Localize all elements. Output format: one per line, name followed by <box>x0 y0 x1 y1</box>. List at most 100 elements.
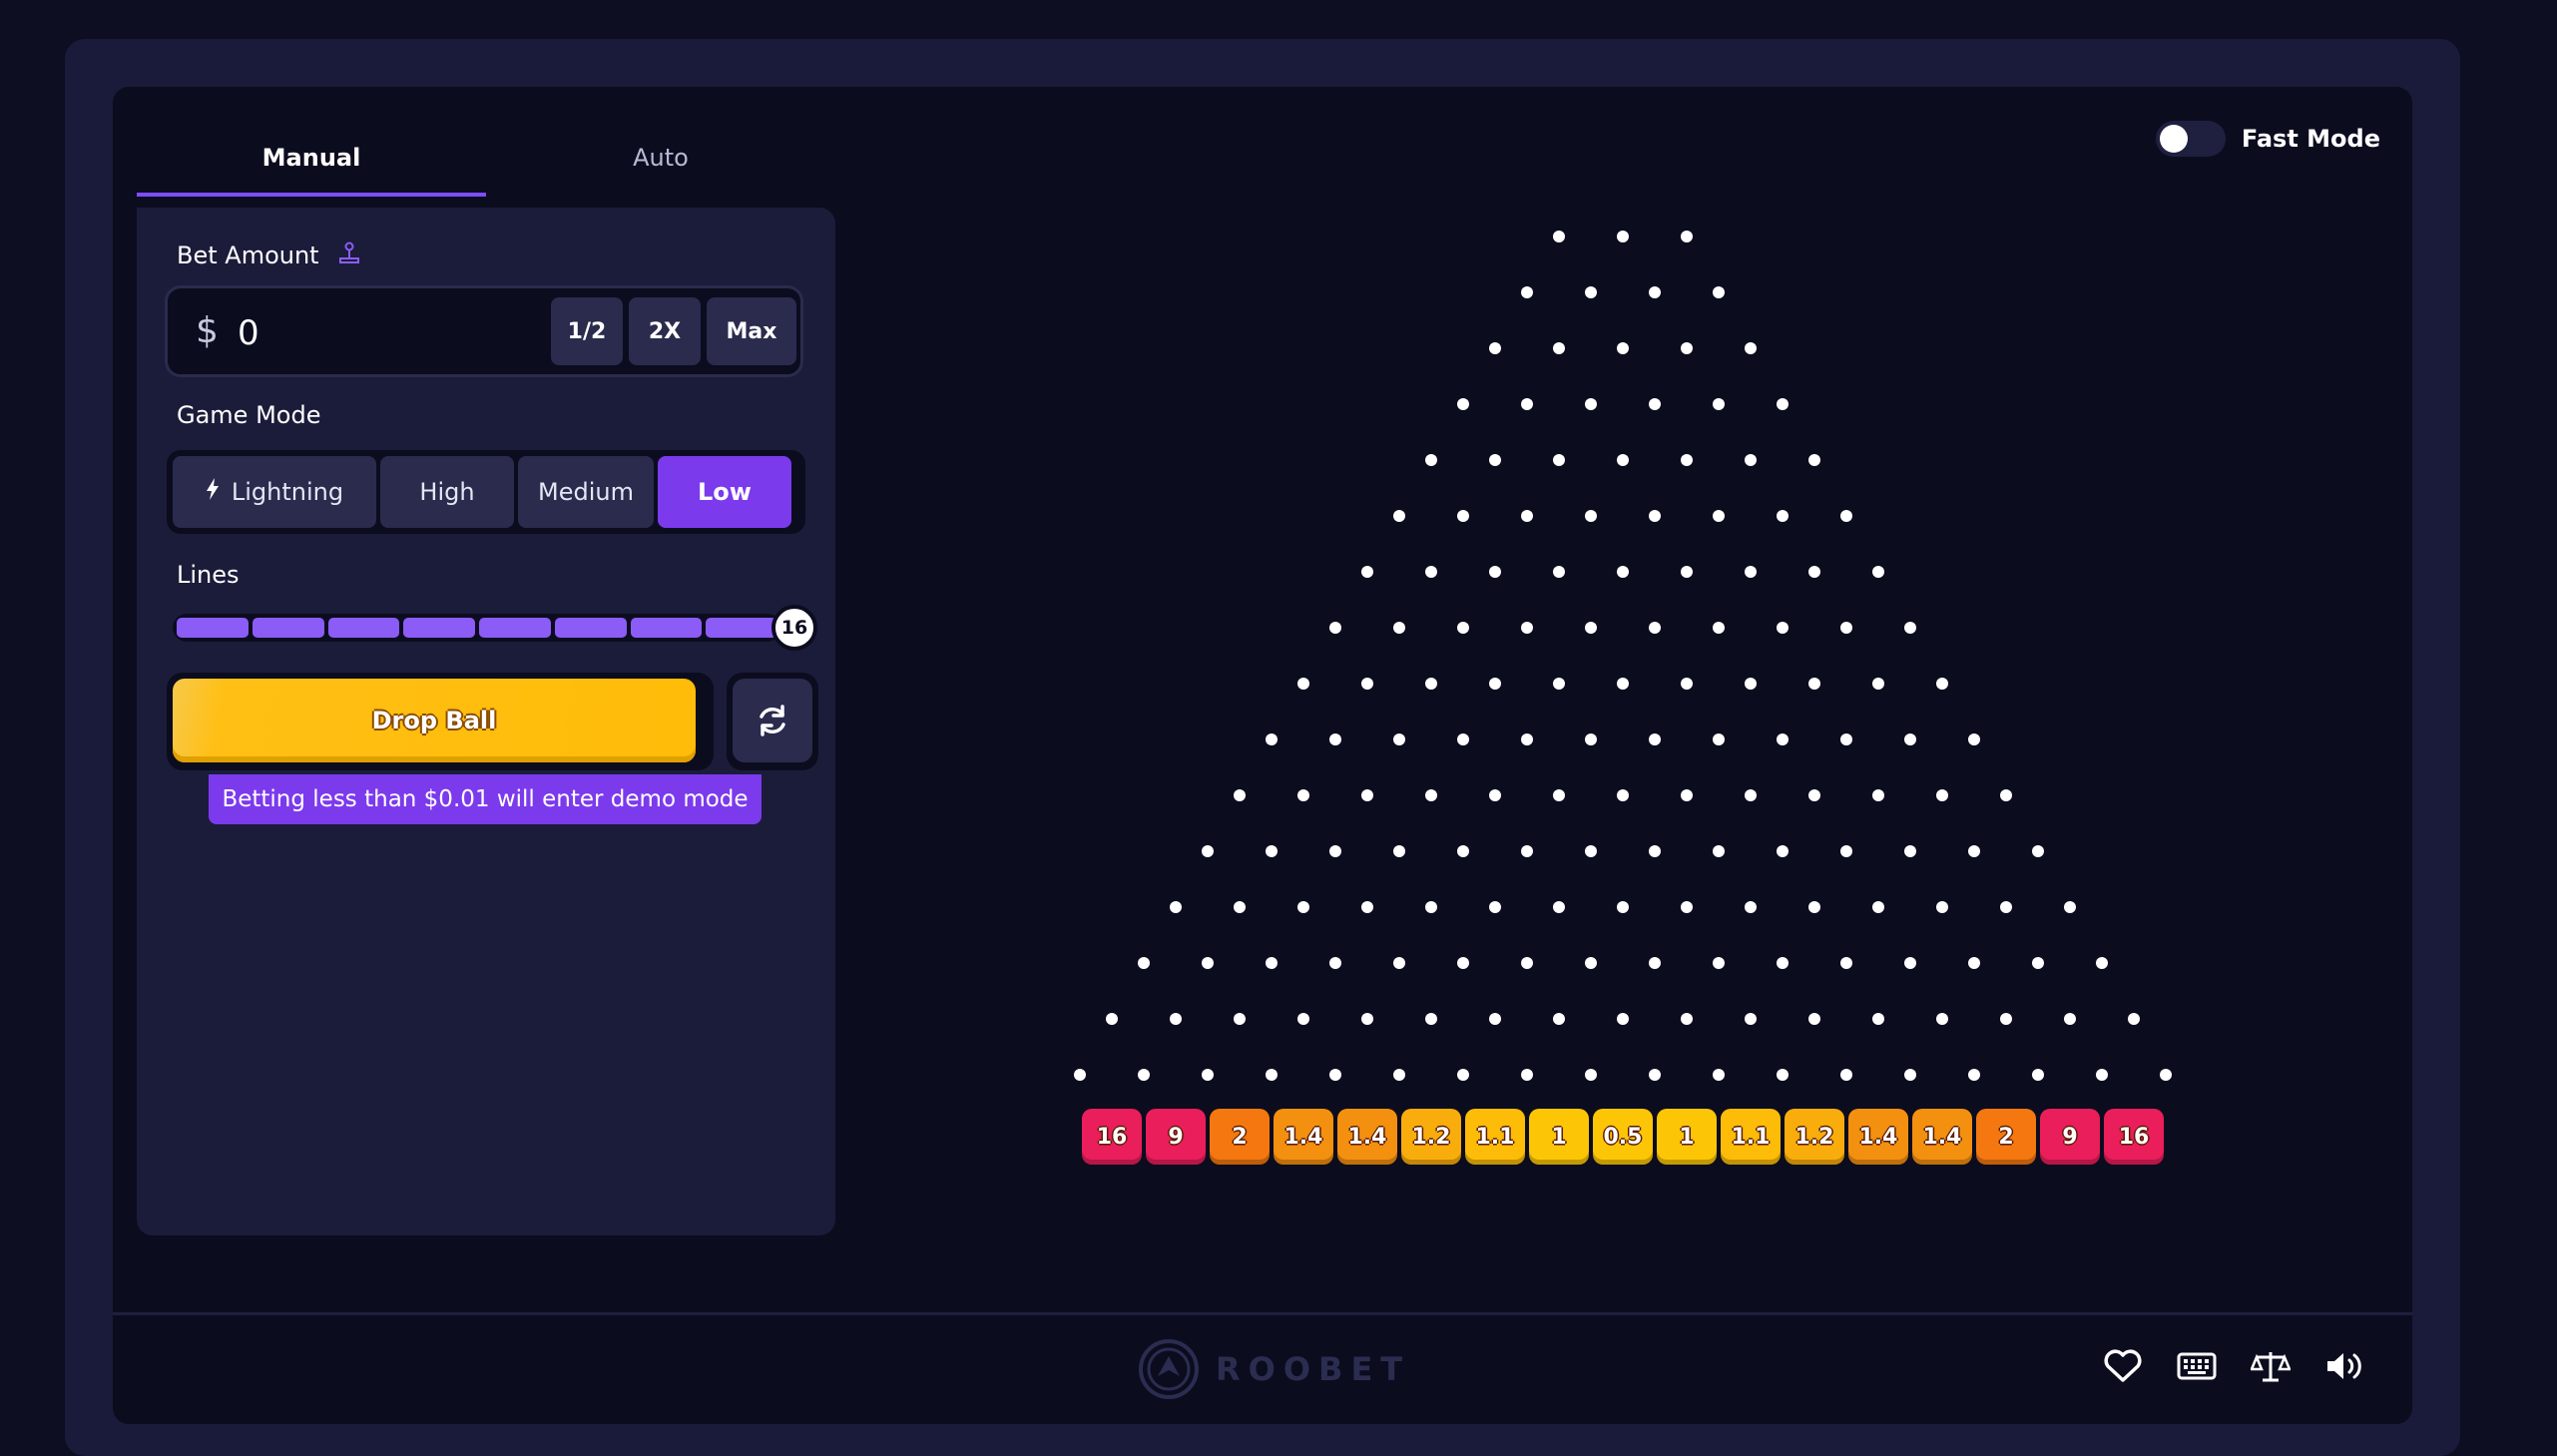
peg <box>1585 845 1597 857</box>
peg <box>1138 957 1150 969</box>
peg <box>1489 342 1501 354</box>
peg <box>1617 1013 1629 1025</box>
peg <box>1872 1013 1884 1025</box>
peg <box>1936 1013 1948 1025</box>
plinko-board: 16 9 2 1.4 1.4 1.2 1.1 1 0.5 1 1.1 1.2 1.4 1.4 2 9 16 <box>113 87 2412 1284</box>
peg <box>1713 622 1725 634</box>
peg <box>1713 733 1725 745</box>
peg <box>1266 845 1278 857</box>
peg <box>1553 231 1565 243</box>
peg <box>1840 510 1852 522</box>
peg <box>1968 1069 1980 1081</box>
peg <box>1361 1013 1373 1025</box>
peg <box>1840 622 1852 634</box>
peg <box>1393 845 1405 857</box>
multiplier-bucket: 1.4 <box>1848 1109 1908 1165</box>
peg <box>1202 845 1214 857</box>
peg <box>1968 957 1980 969</box>
peg <box>1649 1069 1661 1081</box>
plinko-game: Manual Auto Bet Amount $ 1/2 2X Max Game… <box>113 87 2412 1424</box>
peg <box>1904 733 1916 745</box>
heart-icon[interactable] <box>2103 1346 2143 1386</box>
keyboard-icon[interactable] <box>2177 1346 2217 1386</box>
volume-icon[interactable] <box>2324 1346 2364 1386</box>
multiplier-bucket: 1 <box>1657 1109 1717 1165</box>
peg <box>1777 1069 1789 1081</box>
peg <box>1457 510 1469 522</box>
multiplier-bucket: 16 <box>2104 1109 2164 1165</box>
peg <box>1745 678 1757 690</box>
peg <box>1297 678 1309 690</box>
peg <box>2064 1013 2076 1025</box>
peg <box>1425 789 1437 801</box>
peg <box>1425 678 1437 690</box>
peg <box>1521 510 1533 522</box>
peg <box>1777 398 1789 410</box>
peg <box>1681 231 1693 243</box>
peg <box>2160 1069 2172 1081</box>
peg <box>1234 789 1246 801</box>
peg <box>1521 845 1533 857</box>
peg <box>1489 454 1501 466</box>
scales-icon[interactable] <box>2251 1346 2291 1386</box>
peg <box>1713 398 1725 410</box>
peg <box>1808 1013 1820 1025</box>
peg <box>1777 845 1789 857</box>
peg <box>1425 454 1437 466</box>
peg <box>1489 566 1501 578</box>
peg <box>1457 1069 1469 1081</box>
multiplier-bucket: 2 <box>1976 1109 2036 1165</box>
peg <box>1521 622 1533 634</box>
peg <box>1649 398 1661 410</box>
peg <box>1329 733 1341 745</box>
peg <box>2096 1069 2108 1081</box>
peg <box>1457 622 1469 634</box>
multiplier-bucket: 1.2 <box>1401 1109 1461 1165</box>
peg <box>1553 342 1565 354</box>
peg <box>1234 901 1246 913</box>
peg <box>1425 901 1437 913</box>
peg <box>2000 1013 2012 1025</box>
peg <box>1649 845 1661 857</box>
peg <box>1329 957 1341 969</box>
peg <box>1840 1069 1852 1081</box>
peg <box>1585 733 1597 745</box>
peg <box>1681 454 1693 466</box>
peg <box>1904 957 1916 969</box>
peg <box>1617 342 1629 354</box>
peg <box>1489 901 1501 913</box>
peg <box>1745 789 1757 801</box>
peg <box>1361 901 1373 913</box>
peg <box>1745 454 1757 466</box>
peg <box>1457 845 1469 857</box>
peg <box>1840 957 1852 969</box>
peg <box>1521 286 1533 298</box>
peg <box>1713 957 1725 969</box>
peg <box>1393 1069 1405 1081</box>
peg <box>1329 1069 1341 1081</box>
peg <box>1521 1069 1533 1081</box>
peg <box>1170 1013 1182 1025</box>
peg <box>1808 789 1820 801</box>
peg <box>1808 566 1820 578</box>
peg <box>1936 901 1948 913</box>
peg <box>1681 1013 1693 1025</box>
peg <box>1777 733 1789 745</box>
peg <box>1745 566 1757 578</box>
peg <box>1968 845 1980 857</box>
peg <box>1170 901 1182 913</box>
roobet-logo-icon <box>1139 1339 1199 1399</box>
peg <box>1202 957 1214 969</box>
peg <box>1649 733 1661 745</box>
peg <box>1393 957 1405 969</box>
peg <box>1425 566 1437 578</box>
peg <box>1713 845 1725 857</box>
peg <box>1457 733 1469 745</box>
peg <box>1617 454 1629 466</box>
peg <box>1777 622 1789 634</box>
peg <box>1489 1013 1501 1025</box>
multiplier-bucket: 1.1 <box>1465 1109 1525 1165</box>
peg <box>1808 901 1820 913</box>
peg <box>1553 901 1565 913</box>
peg <box>2000 789 2012 801</box>
